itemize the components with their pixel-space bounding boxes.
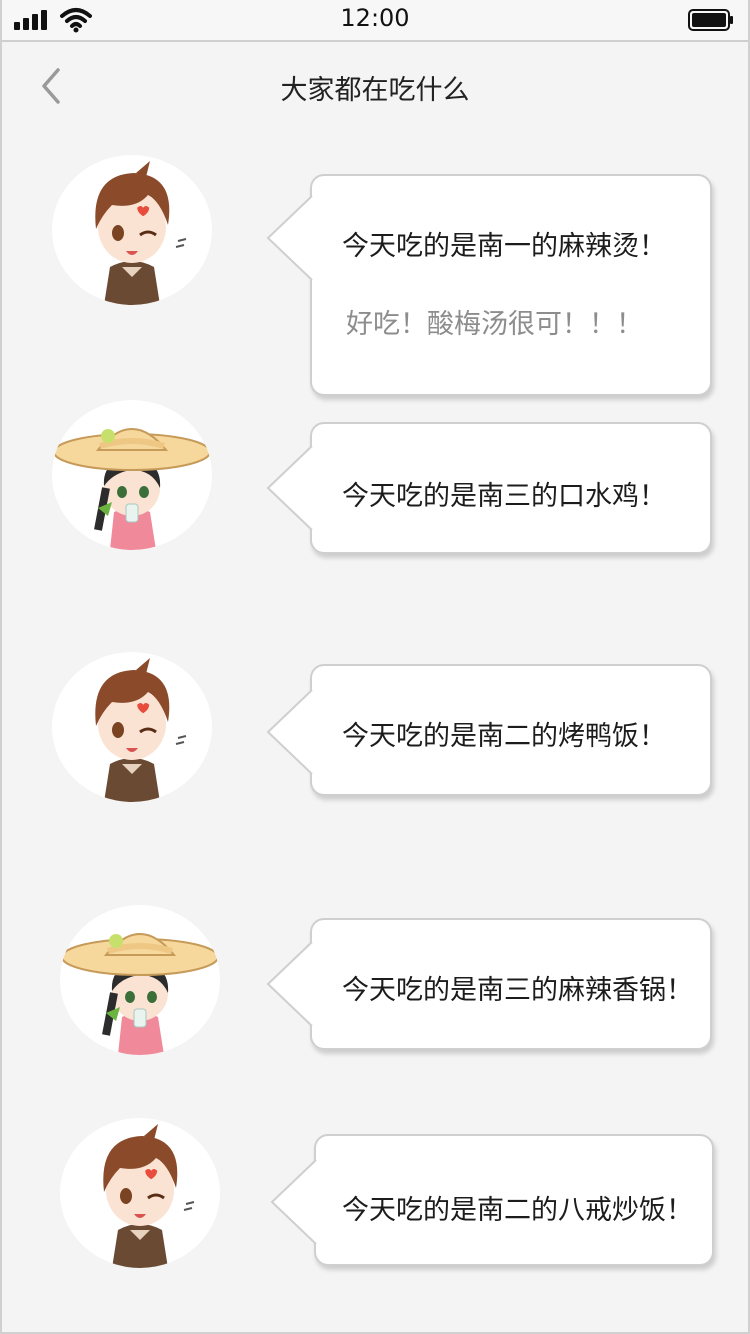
battery-icon <box>688 9 733 31</box>
status-time: 12:00 <box>340 4 410 32</box>
page-title: 大家都在吃什么 <box>280 75 470 106</box>
message-bubble[interactable]: 今天吃的是南一的麻辣烫！ 好吃！酸梅汤很可！！！ <box>266 174 712 396</box>
status-bar: 12:00 <box>2 0 748 42</box>
boy-avatar[interactable] <box>52 155 212 305</box>
message-bubble[interactable]: 今天吃的是南三的口水鸡！ <box>266 422 712 554</box>
nav-bar: 大家都在吃什么 <box>2 42 748 130</box>
message-text: 今天吃的是南三的口水鸡！ <box>342 481 666 512</box>
message-bubble[interactable]: 今天吃的是南三的麻辣香锅！ <box>266 918 712 1050</box>
message-bubble[interactable]: 今天吃的是南二的烤鸭饭！ <box>266 664 712 796</box>
message-bubble[interactable]: 今天吃的是南二的八戒炒饭！ <box>270 1134 714 1266</box>
boy-avatar[interactable] <box>60 1118 220 1268</box>
message-text: 今天吃的是南三的麻辣香锅！ <box>342 975 693 1006</box>
girl-sunhat-avatar[interactable] <box>52 400 212 550</box>
message-text: 今天吃的是南二的烤鸭饭！ <box>342 721 666 752</box>
reply-text: 好吃！酸梅汤很可！！！ <box>346 309 643 340</box>
girl-sunhat-avatar[interactable] <box>60 905 220 1055</box>
message-text: 今天吃的是南二的八戒炒饭！ <box>342 1195 693 1226</box>
screen: 12:00 大家都在吃什么 今天吃的是南一的麻辣烫！ 好吃！酸梅汤很可！！！ 今… <box>0 0 750 1334</box>
message-text: 今天吃的是南一的麻辣烫！ <box>342 231 666 262</box>
boy-avatar[interactable] <box>52 652 212 802</box>
